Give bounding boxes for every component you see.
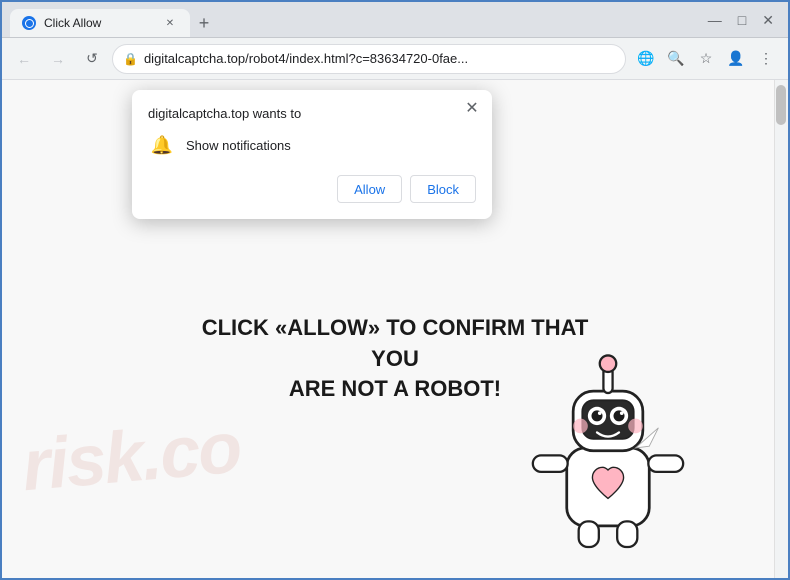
page-content: CLICK «ALLOW» TO CONFIRM THAT YOU ARE NO…	[195, 253, 595, 405]
bookmark-button[interactable]: ☆	[692, 45, 720, 73]
profile-button[interactable]: 👤	[722, 45, 750, 73]
captcha-line2: ARE NOT A ROBOT!	[289, 376, 501, 401]
tab-title: Click Allow	[44, 16, 154, 30]
window-controls: — □ ✕	[702, 13, 780, 27]
block-button[interactable]: Block	[410, 175, 476, 203]
scrollbar[interactable]	[774, 80, 788, 578]
lock-icon: 🔒	[123, 52, 138, 66]
translate-button[interactable]: 🌐	[632, 45, 660, 73]
tab-area: Click Allow ✕ +	[10, 2, 690, 37]
bell-icon: 🔔	[148, 131, 176, 159]
allow-button[interactable]: Allow	[337, 175, 402, 203]
title-bar: Click Allow ✕ + — □ ✕	[2, 2, 788, 38]
popup-notification-label: Show notifications	[186, 138, 291, 153]
popup-buttons: Allow Block	[148, 175, 476, 203]
nav-bar: ← → ↺ 🔒 digitalcaptcha.top/robot4/index.…	[2, 38, 788, 80]
tab-close-button[interactable]: ✕	[162, 15, 178, 31]
forward-button[interactable]: →	[44, 45, 72, 73]
browser-window: Click Allow ✕ + — □ ✕ ← → ↺ 🔒 digitalcap…	[0, 0, 790, 580]
captcha-line1: CLICK «ALLOW» TO CONFIRM THAT YOU	[202, 315, 589, 371]
menu-button[interactable]: ⋮	[752, 45, 780, 73]
popup-title: digitalcaptcha.top wants to	[148, 106, 476, 121]
tab-favicon	[22, 16, 36, 30]
scrollbar-thumb[interactable]	[776, 85, 786, 125]
refresh-button[interactable]: ↺	[78, 45, 106, 73]
minimize-button[interactable]: —	[702, 13, 728, 27]
webpage-background: risk.co CLICK «ALLOW» TO CONFIRM THAT YO…	[2, 80, 788, 578]
watermark-text: risk.co	[19, 407, 243, 508]
url-text: digitalcaptcha.top/robot4/index.html?c=8…	[144, 51, 615, 66]
new-tab-button[interactable]: +	[190, 9, 218, 37]
nav-right-icons: 🌐 🔍 ☆ 👤 ⋮	[632, 45, 780, 73]
captcha-text: CLICK «ALLOW» TO CONFIRM THAT YOU ARE NO…	[195, 313, 595, 405]
notification-popup: ✕ digitalcaptcha.top wants to 🔔 Show not…	[132, 90, 492, 219]
active-tab[interactable]: Click Allow ✕	[10, 9, 190, 37]
popup-notification-row: 🔔 Show notifications	[148, 131, 476, 159]
address-bar[interactable]: 🔒 digitalcaptcha.top/robot4/index.html?c…	[112, 44, 626, 74]
close-button[interactable]: ✕	[756, 13, 780, 27]
back-button[interactable]: ←	[10, 45, 38, 73]
content-area: risk.co CLICK «ALLOW» TO CONFIRM THAT YO…	[2, 80, 788, 578]
search-button[interactable]: 🔍	[662, 45, 690, 73]
popup-close-button[interactable]: ✕	[462, 98, 482, 118]
maximize-button[interactable]: □	[732, 13, 752, 27]
